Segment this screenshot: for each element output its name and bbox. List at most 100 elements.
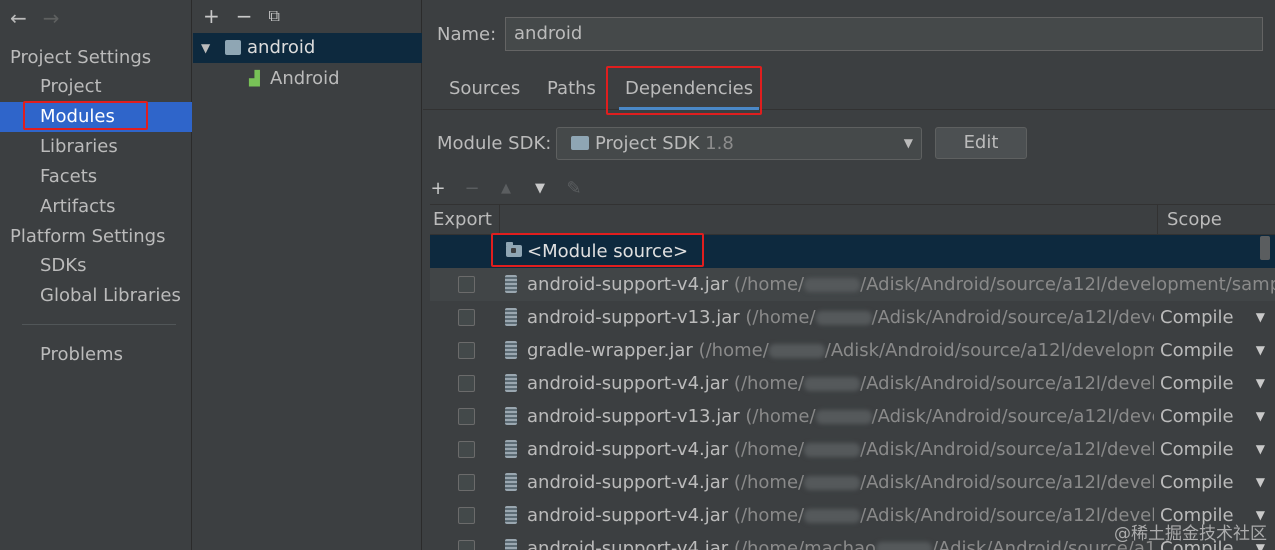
export-checkbox[interactable] xyxy=(458,540,475,550)
back-arrow-icon[interactable]: ← xyxy=(10,6,27,32)
copy-icon[interactable]: ⧉ xyxy=(269,6,280,26)
path-end: /Adisk/Android/source/a12l/develop xyxy=(860,472,1179,493)
tab-sources[interactable]: Sources xyxy=(449,68,520,110)
nav-divider xyxy=(22,324,176,325)
scope-select[interactable]: Compile ▼ xyxy=(1154,367,1275,400)
path-start: (/home/ xyxy=(733,472,805,493)
remove-dependency-icon[interactable]: − xyxy=(464,178,480,199)
move-down-icon[interactable]: ▼ xyxy=(532,181,548,196)
jar-path: (/home/ /Adisk/Android/source/a12l/develo… xyxy=(734,472,1179,493)
scope-value: Compile xyxy=(1160,373,1234,394)
add-icon[interactable]: + xyxy=(203,4,220,28)
forward-arrow-icon[interactable]: → xyxy=(43,6,60,32)
name-input[interactable]: android xyxy=(505,17,1263,51)
nav-item-facets[interactable]: Facets xyxy=(0,162,192,192)
nav-group-project-settings: Project Settings xyxy=(10,47,152,68)
add-dependency-icon[interactable]: + xyxy=(430,178,446,199)
chevron-down-icon[interactable]: ▼ xyxy=(1256,433,1265,466)
table-row[interactable]: android-support-v4.jar (/home/ /Adisk/And… xyxy=(430,367,1275,400)
scope-select[interactable]: Compile ▼ xyxy=(1154,400,1275,433)
dependencies-table: Export Scope <Module source> android-sup… xyxy=(430,204,1275,550)
jar-icon xyxy=(505,440,517,458)
redacted-username xyxy=(815,311,872,325)
scope-select[interactable]: Compile ▼ xyxy=(1154,433,1275,466)
table-header: Export Scope xyxy=(430,204,1275,236)
table-scrollbar[interactable] xyxy=(1260,236,1270,260)
scope-select[interactable]: Compile ▼ xyxy=(1154,301,1275,334)
scope-value: Compile xyxy=(1160,340,1234,361)
table-row[interactable]: android-support-v13.jar (/home/ /Adisk/An… xyxy=(430,400,1275,433)
chevron-down-icon[interactable]: ▼ xyxy=(201,33,210,63)
path-start: (/home/ xyxy=(745,307,816,328)
tree-item-android-facet[interactable]: ▟ Android xyxy=(193,64,422,94)
nav-item-artifacts[interactable]: Artifacts xyxy=(0,192,192,222)
redacted-username xyxy=(804,509,861,523)
nav-item-sdks[interactable]: SDKs xyxy=(0,251,192,281)
redacted-username xyxy=(804,278,861,292)
export-checkbox[interactable] xyxy=(458,276,475,293)
column-export[interactable]: Export xyxy=(433,205,492,236)
table-row[interactable]: android-support-v4.jar (/home/ /Adisk/And… xyxy=(430,268,1275,301)
dependency-name: android-support-v13.jar (/home/ /Adisk/An… xyxy=(527,301,1178,334)
nav-item-problems[interactable]: Problems xyxy=(0,340,192,370)
column-scope[interactable]: Scope xyxy=(1167,205,1222,236)
tree-item-label: Android xyxy=(270,68,340,89)
path-end: /Adisk/Android/source/a12l/develc xyxy=(871,307,1178,328)
redacted-username xyxy=(804,443,861,457)
jar-name: android-support-v4.jar xyxy=(527,538,729,550)
jar-name: android-support-v4.jar xyxy=(527,439,729,460)
history-arrows: ← → xyxy=(10,6,60,32)
tree-toolbar: + − ⧉ xyxy=(203,4,280,28)
table-row-module-source[interactable]: <Module source> xyxy=(430,235,1275,268)
move-up-icon[interactable]: ▲ xyxy=(498,181,514,196)
watermark: @稀土掘金技术社区 xyxy=(1114,524,1267,544)
nav-item-project[interactable]: Project xyxy=(0,72,192,102)
scope-select[interactable]: Compile ▼ xyxy=(1154,466,1275,499)
chevron-down-icon[interactable]: ▼ xyxy=(1256,334,1265,367)
nav-item-libraries[interactable]: Libraries xyxy=(0,132,192,162)
table-row[interactable]: android-support-v4.jar (/home/ /Adisk/And… xyxy=(430,433,1275,466)
remove-icon[interactable]: − xyxy=(236,4,253,28)
jar-icon xyxy=(505,407,517,425)
export-checkbox[interactable] xyxy=(458,474,475,491)
jar-path: (/home/ /Adisk/Android/source/a12l/develc xyxy=(745,406,1177,427)
nav-item-modules[interactable]: Modules xyxy=(0,102,192,132)
path-start: (/home/ xyxy=(733,505,805,526)
edit-sdk-button[interactable]: Edit xyxy=(935,127,1027,159)
jar-name: android-support-v13.jar xyxy=(527,307,740,328)
android-icon: ▟ xyxy=(249,71,260,87)
jar-name: android-support-v4.jar xyxy=(527,274,729,295)
export-checkbox[interactable] xyxy=(458,309,475,326)
export-checkbox[interactable] xyxy=(458,507,475,524)
sdk-version: 1.8 xyxy=(705,133,734,154)
module-sdk-label: Module SDK: xyxy=(437,133,552,154)
redacted-username xyxy=(815,410,872,424)
path-start: (/home/ xyxy=(698,340,769,361)
redacted-username xyxy=(804,377,861,391)
jar-name: android-support-v13.jar xyxy=(527,406,740,427)
table-row[interactable]: android-support-v4.jar (/home/ /Adisk/And… xyxy=(430,466,1275,499)
export-checkbox[interactable] xyxy=(458,375,475,392)
dropdown-caret-icon[interactable]: ▼ xyxy=(904,128,913,159)
jar-icon xyxy=(505,308,517,326)
chevron-down-icon[interactable]: ▼ xyxy=(1256,400,1265,433)
module-sdk-select[interactable]: Project SDK 1.8 ▼ xyxy=(556,127,922,160)
table-row[interactable]: android-support-v13.jar (/home/ /Adisk/An… xyxy=(430,301,1275,334)
chevron-down-icon[interactable]: ▼ xyxy=(1256,367,1265,400)
export-checkbox[interactable] xyxy=(458,408,475,425)
export-checkbox[interactable] xyxy=(458,441,475,458)
export-checkbox[interactable] xyxy=(458,342,475,359)
jar-name: gradle-wrapper.jar xyxy=(527,340,693,361)
scope-select[interactable]: Compile ▼ xyxy=(1154,334,1275,367)
dependencies-toolbar: + − ▲ ▼ ✎ xyxy=(430,176,582,200)
edit-pencil-icon[interactable]: ✎ xyxy=(566,178,582,199)
tab-paths[interactable]: Paths xyxy=(547,68,596,110)
table-row[interactable]: gradle-wrapper.jar (/home/ /Adisk/Android… xyxy=(430,334,1275,367)
nav-item-global-libraries[interactable]: Global Libraries xyxy=(0,281,192,311)
chevron-down-icon[interactable]: ▼ xyxy=(1256,466,1265,499)
name-label: Name: xyxy=(437,24,497,45)
chevron-down-icon[interactable]: ▼ xyxy=(1256,301,1265,334)
tab-dependencies[interactable]: Dependencies xyxy=(618,68,760,110)
tree-item-android-module[interactable]: ▼ android xyxy=(193,33,422,63)
jar-icon xyxy=(505,374,517,392)
